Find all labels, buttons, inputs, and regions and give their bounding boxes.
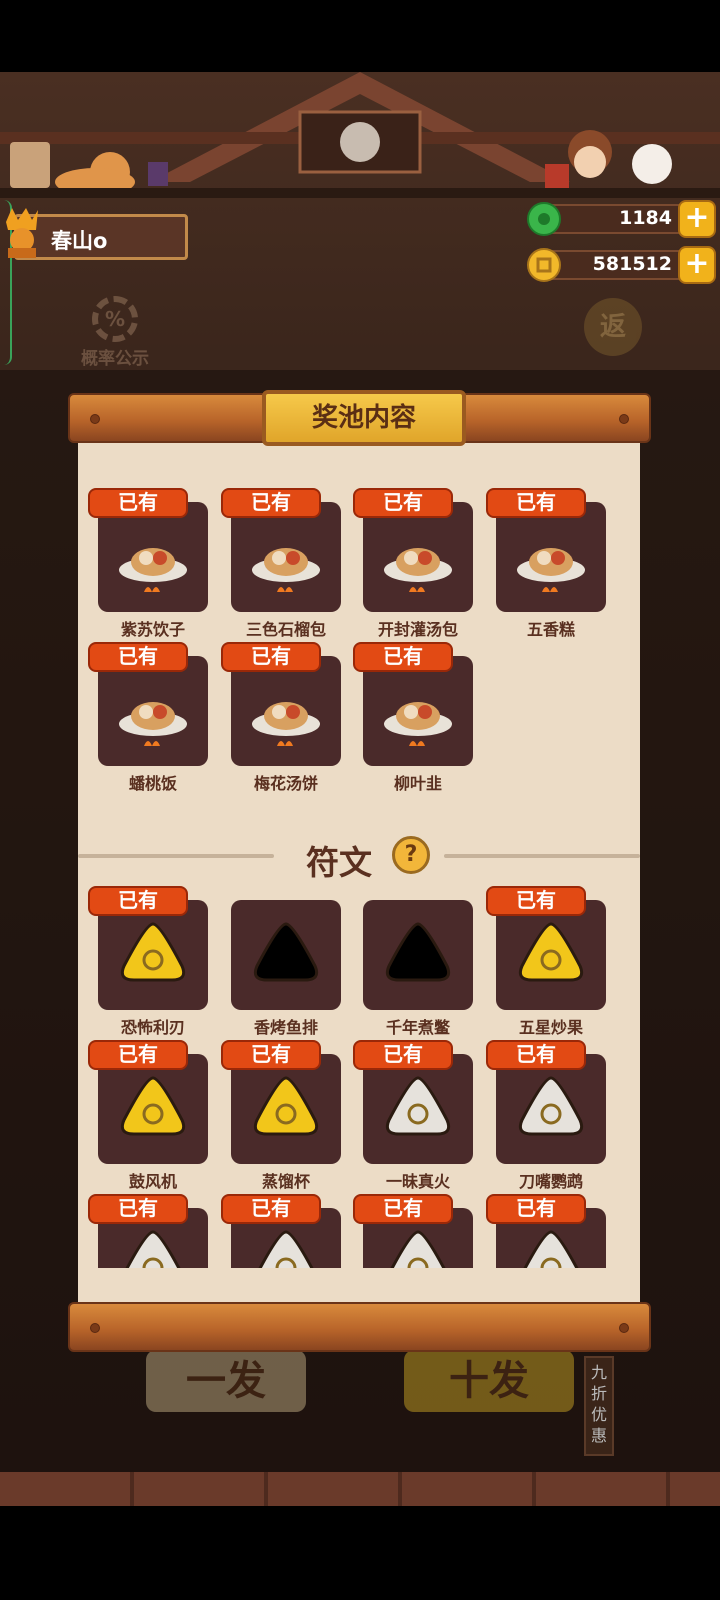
rune-card[interactable]: 已有 五星炒果 [486, 876, 606, 1037]
rune-icon [518, 1076, 584, 1136]
rune-card[interactable]: 已有 [486, 1184, 606, 1268]
probability-button[interactable]: % 概率公示 [70, 296, 160, 369]
dish-icon [384, 548, 452, 592]
owned-tag: 已有 [88, 886, 188, 916]
rune-icon [523, 1230, 579, 1268]
rune-icon [253, 1076, 319, 1136]
rune-card[interactable]: 已有 恐怖利刃 [88, 876, 208, 1037]
owned-tag: 已有 [486, 886, 586, 916]
rune-card[interactable]: 已有 [221, 1184, 341, 1268]
dish-card[interactable]: 已有柳叶韭 [353, 632, 473, 793]
owned-tag: 已有 [486, 1194, 586, 1224]
dish-card[interactable]: 已有 开封灌汤包 [353, 478, 473, 639]
status-bar-area [0, 0, 720, 72]
owned-tag: 已有 [221, 1040, 321, 1070]
rune-icon [125, 1230, 181, 1268]
back-button[interactable]: 返 [584, 298, 642, 356]
jade-gem-icon [527, 202, 561, 236]
coin-counter: 581512 + [526, 246, 716, 284]
runes-divider: 符文 ? [78, 836, 640, 882]
dish-icon [119, 702, 187, 746]
owned-tag: 已有 [88, 642, 188, 672]
discount-tag: 九折优惠 [584, 1356, 614, 1456]
owned-tag: 已有 [221, 642, 321, 672]
rune-card[interactable]: 已有 一昧真火 [353, 1030, 473, 1191]
scroll-bottom-rod [68, 1302, 651, 1352]
owned-tag: 已有 [353, 642, 453, 672]
dish-card[interactable]: 已有 紫苏饮子 [88, 478, 208, 639]
owned-tag: 已有 [221, 488, 321, 518]
owned-tag: 已有 [353, 1040, 453, 1070]
rune-card[interactable]: 已有 蒸馏杯 [221, 1030, 341, 1191]
dish-card[interactable]: 已有五香糕 [486, 478, 606, 639]
dish-name: 五香糕 [526, 620, 575, 639]
dish-card[interactable]: 已有蟠桃饭 [88, 632, 208, 793]
rune-icon [385, 922, 451, 982]
coin-icon [527, 248, 561, 282]
reward-list[interactable]: 已有 紫苏饮子 已有 三色石榴包 已有 开封灌汤包 已有 五香糕 已有 蟠桃饭 已有 梅花汤饼 已有 柳叶… [78, 478, 640, 1268]
player-name: 春山o [51, 229, 108, 253]
gear-percent-icon: % [92, 296, 138, 342]
gem-count: 1184 [619, 207, 672, 229]
panel-title-plate: 奖池内容 [262, 390, 466, 446]
nail [619, 414, 629, 424]
dish-card[interactable]: 已有梅花汤饼 [221, 632, 341, 793]
dish-icon [384, 702, 452, 746]
add-gems-button[interactable]: + [678, 200, 716, 238]
owned-tag: 已有 [486, 488, 586, 518]
player-avatar-icon[interactable] [2, 208, 42, 260]
owned-tag: 已有 [88, 1040, 188, 1070]
dish-icon [252, 702, 320, 746]
owned-tag: 已有 [88, 1194, 188, 1224]
dish-icon [119, 548, 187, 592]
ten-draw-button[interactable]: 十发 [404, 1350, 574, 1412]
panel-title: 奖池内容 [311, 403, 416, 433]
rune-icon [518, 922, 584, 982]
gem-counter: 1184 + [526, 200, 716, 238]
single-draw-button[interactable]: 一发 [146, 1350, 306, 1412]
rune-icon [120, 1076, 186, 1136]
gem-bar [540, 204, 696, 234]
dish-name: 柳叶韭 [393, 774, 442, 793]
dish-icon [252, 548, 320, 592]
rune-card[interactable]: 已有 刀嘴鹦鹉 [486, 1030, 606, 1191]
rune-icon [385, 1076, 451, 1136]
rune-card[interactable]: 千年煮鳖 [353, 876, 473, 1037]
owned-tag: 已有 [486, 1040, 586, 1070]
owned-tag: 已有 [353, 488, 453, 518]
rune-card[interactable]: 已有 鼓风机 [88, 1030, 208, 1191]
rune-icon [253, 922, 319, 982]
owned-tag: 已有 [88, 488, 188, 518]
help-icon[interactable]: ? [392, 836, 430, 874]
dish-name: 蟠桃饭 [128, 774, 177, 793]
rune-card[interactable]: 香烤鱼排 [221, 876, 341, 1037]
nail [90, 414, 100, 424]
rune-card[interactable]: 已有 [88, 1184, 208, 1268]
add-coins-button[interactable]: + [678, 246, 716, 284]
dish-icon [517, 548, 585, 592]
floor-edge [0, 1472, 720, 1506]
coin-count: 581512 [592, 253, 672, 275]
dish-name: 梅花汤饼 [253, 774, 318, 793]
nail [90, 1323, 100, 1333]
owned-tag: 已有 [353, 1194, 453, 1224]
rune-icon [390, 1230, 446, 1268]
rune-icon [120, 922, 186, 982]
probability-label: 概率公示 [81, 349, 149, 369]
rune-card[interactable]: 已有 [353, 1184, 473, 1268]
divider-line [444, 854, 640, 858]
roof-beams [0, 72, 720, 196]
top-shelf [0, 188, 720, 198]
owned-tag: 已有 [221, 1194, 321, 1224]
rune-icon [258, 1230, 314, 1268]
dish-card[interactable]: 已有 三色石榴包 [221, 478, 341, 639]
nail [619, 1323, 629, 1333]
divider-line [78, 854, 274, 858]
